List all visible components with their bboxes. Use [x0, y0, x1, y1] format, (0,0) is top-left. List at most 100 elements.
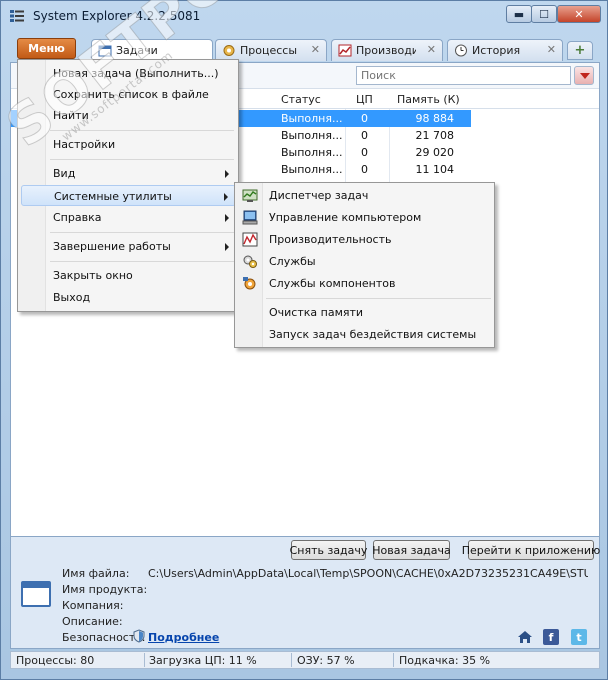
file-name-value: C:\Users\Admin\AppData\Local\Temp\SPOON\…	[148, 567, 588, 580]
menu-item-label: Сохранить список в файле	[53, 88, 209, 101]
details-panel: Снять задачу Новая задача Перейти к прил…	[10, 537, 600, 649]
window-title: System Explorer 4.2.2.5081	[33, 9, 201, 23]
menu-item-label: Системные утилиты	[54, 190, 172, 203]
row-memory: 21 708	[415, 129, 455, 142]
tab-label: История	[472, 44, 521, 57]
column-status[interactable]: Статус	[281, 93, 321, 106]
menu-item-new-task[interactable]: Новая задача (Выполнить...)	[21, 63, 236, 84]
row-status: Выполня...	[281, 129, 343, 142]
tab-processes[interactable]: Процессы ✕	[215, 39, 327, 61]
submenu-item-services[interactable]: Службы	[238, 251, 492, 272]
maximize-button[interactable]: ☐	[531, 5, 557, 23]
menu-item-label: Закрыть окно	[53, 269, 133, 282]
system-utilities-submenu: Диспетчер задач Управление компьютером П…	[234, 182, 495, 348]
menu-item-label: Справка	[53, 211, 102, 224]
menu-item-save-list[interactable]: Сохранить список в файле	[21, 84, 236, 105]
status-processes: Процессы: 80	[16, 654, 95, 667]
row-cpu: 0	[361, 163, 368, 176]
computer-management-icon	[242, 210, 258, 225]
submenu-item-label: Производительность	[269, 233, 392, 246]
close-button[interactable]: ✕	[557, 5, 601, 23]
tab-close-icon[interactable]: ✕	[547, 43, 556, 56]
app-icon	[10, 10, 24, 22]
submenu-item-label: Диспетчер задач	[269, 189, 369, 202]
component-services-icon	[243, 277, 256, 290]
shield-icon	[133, 629, 145, 643]
tab-label: Производи...	[356, 44, 416, 57]
new-task-button[interactable]: Новая задача	[372, 540, 451, 560]
more-details-link[interactable]: Подробнее	[148, 631, 219, 644]
status-swap: Подкачка: 35 %	[399, 654, 491, 667]
menu-item-settings[interactable]: Настройки	[21, 134, 236, 155]
status-bar: Процессы: 80 Загрузка ЦП: 11 % ОЗУ: 57 %…	[10, 651, 600, 669]
row-cpu: 0	[361, 146, 368, 159]
status-divider	[144, 653, 145, 667]
home-icon[interactable]	[517, 629, 533, 645]
history-icon	[455, 44, 467, 57]
window-app-icon	[21, 581, 51, 607]
submenu-item-task-manager[interactable]: Диспетчер задач	[238, 185, 492, 206]
menu-item-label: Выход	[53, 291, 91, 304]
row-status: Выполня...	[281, 163, 343, 176]
title-bar[interactable]: System Explorer 4.2.2.5081 ▬ ☐ ✕	[1, 1, 607, 31]
tab-label: Процессы	[240, 44, 298, 57]
plus-icon: +	[574, 43, 586, 58]
menu-item-label: Настройки	[53, 138, 116, 151]
menu-item-label: Вид	[53, 167, 76, 180]
row-status: Выполня...	[281, 112, 343, 125]
menu-item-help[interactable]: Справка	[21, 207, 236, 228]
menu-item-view[interactable]: Вид	[21, 163, 236, 184]
submenu-arrow-icon	[224, 193, 228, 201]
processes-icon	[223, 45, 235, 56]
menu-separator	[50, 232, 234, 233]
tab-performance[interactable]: Производи... ✕	[331, 39, 443, 61]
row-memory: 29 020	[415, 146, 455, 159]
submenu-arrow-icon	[225, 170, 229, 178]
tab-history[interactable]: История ✕	[447, 39, 563, 61]
performance-icon	[338, 44, 352, 57]
submenu-item-component-services[interactable]: Службы компонентов	[238, 273, 492, 294]
column-memory[interactable]: Память (К)	[397, 93, 460, 106]
row-status: Выполня...	[281, 146, 343, 159]
file-name-label: Имя файла:	[62, 567, 130, 580]
menu-item-exit[interactable]: Выход	[21, 287, 236, 308]
submenu-item-computer-management[interactable]: Управление компьютером	[238, 207, 492, 228]
menu-item-shutdown[interactable]: Завершение работы	[21, 236, 236, 257]
submenu-arrow-icon	[225, 243, 229, 251]
submenu-item-label: Службы компонентов	[269, 277, 396, 290]
submenu-item-label: Управление компьютером	[269, 211, 422, 224]
menu-button[interactable]: Меню	[17, 38, 76, 59]
menu-item-label: Найти	[53, 109, 89, 122]
row-cpu: 0	[361, 129, 368, 142]
status-divider	[291, 653, 292, 667]
company-label: Компания:	[62, 599, 124, 612]
menu-separator	[50, 261, 234, 262]
tab-close-icon[interactable]: ✕	[311, 43, 320, 56]
twitter-icon[interactable]: t	[571, 629, 587, 645]
facebook-icon[interactable]: f	[543, 629, 559, 645]
submenu-item-label: Запуск задач бездействия системы	[269, 328, 477, 341]
minimize-button[interactable]: ▬	[506, 5, 532, 23]
menu-item-find[interactable]: Найти	[21, 105, 236, 126]
switch-to-button[interactable]: Перейти к приложению	[462, 540, 600, 560]
tab-close-icon[interactable]: ✕	[427, 43, 436, 56]
submenu-item-run-idle-tasks[interactable]: Запуск задач бездействия системы	[238, 324, 492, 345]
row-memory: 98 884	[415, 112, 455, 125]
tab-label: Задачи	[116, 44, 158, 57]
task-manager-icon	[242, 189, 258, 202]
main-menu: Новая задача (Выполнить...) Сохранить сп…	[17, 59, 239, 312]
menu-separator	[266, 298, 491, 299]
menu-item-close-window[interactable]: Закрыть окно	[21, 265, 236, 286]
description-label: Описание:	[62, 615, 123, 628]
submenu-item-performance[interactable]: Производительность	[238, 229, 492, 250]
menu-item-system-utilities[interactable]: Системные утилиты	[21, 185, 236, 206]
status-cpu-load: Загрузка ЦП: 11 %	[149, 654, 257, 667]
filter-dropdown-icon[interactable]	[574, 66, 594, 85]
search-input[interactable]	[356, 66, 571, 85]
submenu-item-memory-cleanup[interactable]: Очистка памяти	[238, 302, 492, 323]
add-tab-button[interactable]: +	[567, 41, 593, 60]
column-cpu[interactable]: ЦП	[356, 93, 373, 106]
end-task-button[interactable]: Снять задачу	[290, 540, 367, 560]
submenu-item-label: Очистка памяти	[269, 306, 364, 319]
app-window: System Explorer 4.2.2.5081 ▬ ☐ ✕ Меню За…	[0, 0, 608, 680]
